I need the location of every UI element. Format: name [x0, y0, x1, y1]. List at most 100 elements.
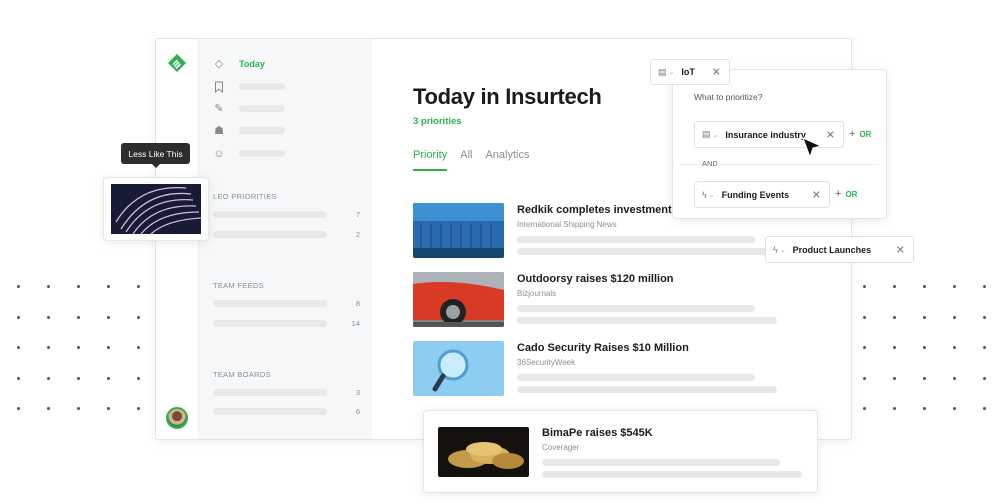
- summary-line: [517, 248, 777, 255]
- unread-count: 7: [355, 210, 360, 219]
- section-title: LEO PRIORITIES: [213, 192, 277, 201]
- topic-chip-iot[interactable]: ▤ ⌄ IoT ✕: [650, 59, 730, 85]
- close-icon[interactable]: ✕: [826, 128, 835, 141]
- dot: [137, 285, 140, 288]
- lightning-icon: ϟ: [702, 189, 707, 200]
- unread-count: 6: [355, 407, 360, 416]
- dot: [47, 315, 50, 319]
- article-item[interactable]: Cado Security Raises $10 Million 36Secur…: [413, 341, 793, 396]
- prioritize-question: What to prioritize?: [694, 92, 763, 102]
- article-thumbnail: [413, 272, 504, 327]
- mouse-cursor-icon: [802, 137, 823, 159]
- dot: [107, 407, 110, 410]
- article-thumbnail: [413, 341, 504, 396]
- article-title[interactable]: Cado Security Raises $10 Million: [517, 342, 689, 354]
- dot: [893, 315, 896, 319]
- feed-item[interactable]: [213, 300, 327, 307]
- chevron-down-icon[interactable]: ⌄: [709, 191, 715, 199]
- board-item[interactable]: [213, 408, 327, 415]
- article-thumbnail: [413, 203, 504, 258]
- dot: [77, 407, 80, 410]
- board-item[interactable]: [213, 389, 327, 396]
- placeholder-bar: [239, 105, 285, 112]
- chevron-down-icon[interactable]: ⌄: [780, 246, 786, 254]
- close-icon[interactable]: ✕: [712, 66, 721, 79]
- user-avatar[interactable]: [166, 407, 188, 429]
- article-title[interactable]: Outdoorsy raises $120 million: [517, 273, 674, 285]
- tab-analytics[interactable]: Analytics: [485, 149, 529, 171]
- article-item[interactable]: Outdoorsy raises $120 million Bizjournal…: [413, 272, 793, 327]
- dot: [983, 376, 986, 380]
- dot: [17, 376, 20, 380]
- industry-icon: ▤: [658, 66, 667, 77]
- add-or-button[interactable]: + OR: [835, 188, 857, 200]
- dot: [983, 407, 986, 410]
- placeholder-bar: [239, 83, 285, 90]
- tab-bar: Priority All Analytics: [413, 149, 543, 171]
- dot: [863, 407, 866, 410]
- placeholder-bar: [239, 127, 285, 134]
- plus-icon: +: [835, 188, 842, 200]
- dot: [47, 407, 50, 410]
- feedly-logo-icon[interactable]: [167, 53, 187, 73]
- or-label: OR: [845, 190, 858, 199]
- summary-line: [517, 374, 755, 381]
- tab-all[interactable]: All: [460, 149, 472, 171]
- bookmark-icon: [213, 81, 225, 94]
- robot-icon: ☗: [214, 125, 224, 137]
- tab-priority[interactable]: Priority: [413, 149, 448, 171]
- dot: [923, 285, 926, 288]
- or-label: OR: [859, 130, 872, 139]
- dot: [893, 346, 896, 349]
- chevron-down-icon[interactable]: ⌄: [669, 68, 675, 76]
- sidebar-item-other[interactable]: ☺: [213, 146, 225, 162]
- page-title: Today in Insurtech: [413, 84, 602, 109]
- dot: [953, 407, 956, 410]
- industry-icon: ▤: [702, 129, 711, 139]
- article-title[interactable]: Redkik completes investment: [517, 204, 672, 216]
- dot: [953, 315, 956, 319]
- dot: [137, 346, 140, 349]
- topic-chip-product-launches[interactable]: ϟ ⌄ Product Launches ✕: [765, 236, 914, 263]
- sidebar-item-today[interactable]: ◇ Today: [213, 56, 265, 72]
- chevron-down-icon[interactable]: ⌄: [713, 131, 719, 139]
- close-icon[interactable]: ✕: [812, 188, 821, 201]
- dot: [893, 407, 896, 410]
- unread-count: 3: [355, 388, 360, 397]
- sidebar-item-label: Today: [239, 59, 265, 69]
- article-title[interactable]: BimaPe raises $545K: [542, 427, 653, 439]
- dot: [983, 285, 986, 288]
- dot: [107, 376, 110, 380]
- dot: [923, 407, 926, 410]
- article-source: Bizjournals: [517, 289, 557, 298]
- unread-count: 8: [355, 299, 360, 308]
- sidebar-item-saved[interactable]: [213, 79, 225, 95]
- feed-item[interactable]: [213, 211, 327, 218]
- article-source: International Shipping News: [517, 220, 617, 229]
- dot: [863, 315, 866, 319]
- dot: [893, 285, 896, 288]
- add-or-button[interactable]: + OR: [849, 128, 871, 140]
- dot: [107, 346, 110, 349]
- chip-label: IoT: [681, 67, 695, 77]
- dot: [107, 285, 110, 288]
- sidebar-item-notes[interactable]: ✎: [213, 101, 225, 117]
- priorities-count: 3 priorities: [413, 116, 462, 127]
- filter-chip-funding[interactable]: ϟ ⌄ Funding Events ✕: [694, 181, 830, 208]
- floating-article-card[interactable]: BimaPe raises $545K Coverager: [423, 410, 818, 493]
- dot: [863, 285, 866, 288]
- filter-label: Insurance industry: [725, 129, 806, 140]
- dot: [863, 346, 866, 349]
- summary-line: [517, 236, 755, 243]
- dot: [137, 376, 140, 380]
- dot: [17, 407, 20, 410]
- sidebar-item-ai[interactable]: ☗: [213, 123, 225, 139]
- placeholder-bar: [239, 150, 285, 157]
- feed-item[interactable]: [213, 231, 327, 238]
- dot: [893, 376, 896, 380]
- feed-item[interactable]: [213, 320, 327, 327]
- fingerprint-card[interactable]: [103, 177, 209, 241]
- close-icon[interactable]: ✕: [896, 243, 905, 256]
- diamond-icon: ◇: [214, 58, 224, 70]
- dot: [923, 315, 926, 319]
